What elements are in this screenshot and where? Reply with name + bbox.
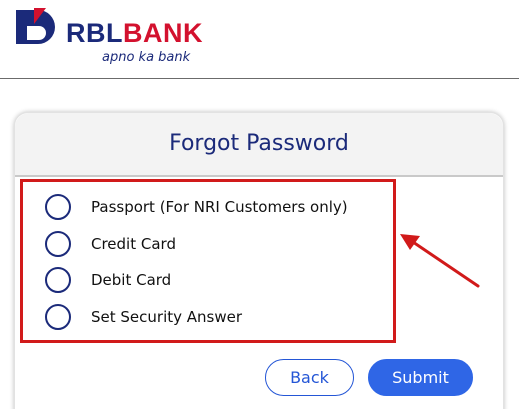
page-title: Forgot Password xyxy=(169,131,349,156)
options-highlight-box: Passport (For NRI Customers only) Credit… xyxy=(20,179,396,343)
option-passport[interactable]: Passport (For NRI Customers only) xyxy=(45,192,348,222)
option-label: Debit Card xyxy=(91,271,172,289)
brand-name-rbl: RBL xyxy=(66,18,123,48)
site-header: RBLBANK apno ka bank xyxy=(0,0,519,78)
card-header: Forgot Password xyxy=(15,113,503,177)
brand-tagline: apno ka bank xyxy=(102,50,191,65)
header-divider xyxy=(0,78,519,79)
option-label: Passport (For NRI Customers only) xyxy=(91,198,348,216)
option-label: Set Security Answer xyxy=(91,308,243,326)
radio-button-credit-card[interactable] xyxy=(45,231,71,257)
submit-button[interactable]: Submit xyxy=(368,359,473,396)
back-button[interactable]: Back xyxy=(265,359,354,396)
radio-button-passport[interactable] xyxy=(45,194,71,220)
brand-name-bank: BANK xyxy=(123,18,203,48)
radio-button-debit-card[interactable] xyxy=(45,267,71,293)
option-credit-card[interactable]: Credit Card xyxy=(45,229,176,259)
option-label: Credit Card xyxy=(91,235,176,253)
option-security-answer[interactable]: Set Security Answer xyxy=(45,302,242,332)
radio-button-security-answer[interactable] xyxy=(45,304,71,330)
rbl-logo-icon xyxy=(16,8,55,44)
brand-name: RBLBANK xyxy=(66,18,203,48)
arrow-pointer-icon xyxy=(400,234,480,288)
option-debit-card[interactable]: Debit Card xyxy=(45,265,171,295)
